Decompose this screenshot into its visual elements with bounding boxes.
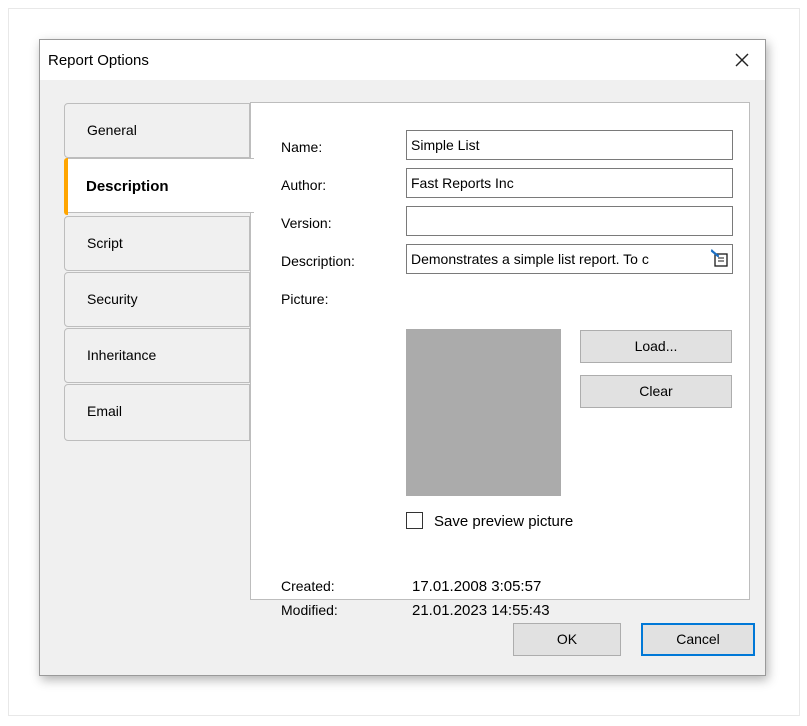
created-value: 17.01.2008 3:05:57	[412, 578, 542, 595]
active-tab-indicator	[64, 158, 68, 215]
author-label: Author:	[281, 177, 327, 193]
name-value: Simple List	[411, 137, 480, 153]
cancel-button[interactable]: Cancel	[641, 623, 755, 656]
save-preview-label: Save preview picture	[434, 513, 574, 530]
report-options-dialog: Report Options General Description Scrip…	[39, 39, 766, 676]
tab-security[interactable]: Security	[64, 272, 250, 327]
modified-value: 21.01.2023 14:55:43	[412, 602, 550, 619]
title-bar: Report Options	[40, 40, 765, 80]
description-label: Description:	[281, 253, 355, 269]
version-label: Version:	[281, 215, 332, 231]
tab-email[interactable]: Email	[64, 384, 250, 441]
modified-label: Modified:	[281, 602, 338, 618]
close-button[interactable]	[719, 40, 765, 80]
edit-description-button[interactable]	[709, 248, 731, 270]
tab-label: Description	[86, 178, 169, 195]
description-panel: Name: Simple List Author: Fast Reports I…	[250, 102, 750, 619]
description-value: Demonstrates a simple list report. To c	[411, 251, 649, 267]
close-icon	[735, 53, 749, 67]
tab-label: General	[87, 122, 137, 138]
tab-label: Inheritance	[87, 347, 157, 363]
tab-script[interactable]: Script	[64, 216, 250, 271]
load-button[interactable]: Load...	[580, 330, 732, 363]
description-field[interactable]: Demonstrates a simple list report. To c	[406, 244, 733, 274]
clear-button[interactable]: Clear	[580, 375, 732, 408]
tab-label: Email	[87, 403, 123, 419]
save-preview-checkbox[interactable]	[406, 512, 423, 529]
name-field[interactable]: Simple List	[406, 130, 733, 160]
picture-preview	[406, 329, 561, 496]
created-label: Created:	[281, 578, 335, 594]
ok-button[interactable]: OK	[513, 623, 621, 656]
author-value: Fast Reports Inc	[411, 175, 514, 191]
name-label: Name:	[281, 139, 323, 155]
dialog-title: Report Options	[48, 52, 149, 69]
tab-inheritance[interactable]: Inheritance	[64, 328, 250, 383]
tab-general[interactable]: General	[64, 103, 250, 158]
edit-text-icon	[710, 249, 728, 267]
tab-description[interactable]: Description	[64, 158, 254, 215]
tab-label: Script	[87, 235, 123, 251]
author-field[interactable]: Fast Reports Inc	[406, 168, 733, 198]
version-field[interactable]	[406, 206, 733, 236]
picture-label: Picture:	[281, 291, 329, 307]
tab-label: Security	[87, 291, 138, 307]
